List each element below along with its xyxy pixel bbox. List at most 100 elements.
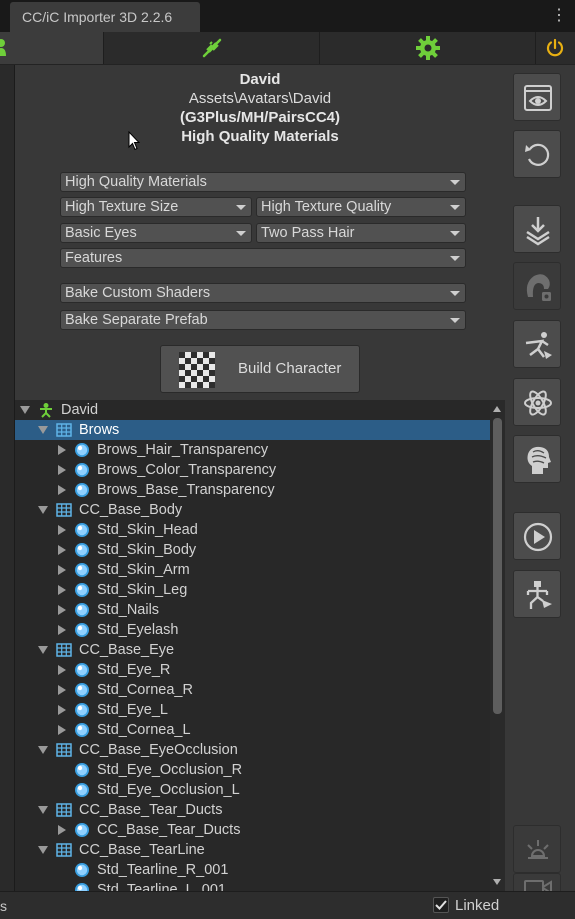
hair-button[interactable] (513, 262, 561, 310)
tree-row-selected[interactable]: Brows (15, 420, 490, 440)
foldout-collapsed-icon[interactable] (58, 605, 66, 615)
foldout-collapsed-icon[interactable] (58, 525, 66, 535)
material-sphere-icon (75, 443, 89, 457)
tree-scrollbar[interactable] (490, 400, 505, 891)
animation-retarget-button[interactable] (513, 320, 561, 368)
foldout-collapsed-icon[interactable] (58, 685, 66, 695)
tab-character[interactable] (0, 32, 104, 64)
material-sphere-icon (75, 683, 89, 697)
tree-row[interactable]: Std_Cornea_L (15, 720, 490, 740)
foldout-expanded-icon[interactable] (38, 426, 48, 434)
refresh-button[interactable] (513, 130, 561, 178)
tree-row[interactable]: CC_Base_Body (15, 500, 490, 520)
tree-row[interactable]: CC_Base_Tear_Ducts (15, 800, 490, 820)
tree-row[interactable]: Std_Eye_Occlusion_R (15, 760, 490, 780)
tree-row[interactable]: Std_Cornea_R (15, 680, 490, 700)
chevron-down-icon (450, 256, 460, 261)
material-sphere-icon (75, 703, 89, 717)
material-sphere-icon (75, 603, 89, 617)
mesh-grid-icon (56, 503, 72, 517)
texture-size-dropdown[interactable]: High Texture Size (60, 197, 252, 217)
texture-quality-dropdown[interactable]: High Texture Quality (256, 197, 466, 217)
hierarchy-tree[interactable]: David Brows Brows_Hair_Transparency Brows_C… (15, 400, 505, 891)
import-bake-button[interactable] (513, 205, 561, 253)
foldout-collapsed-icon[interactable] (58, 545, 66, 555)
foldout-collapsed-icon[interactable] (58, 585, 66, 595)
tree-row[interactable]: Std_Skin_Arm (15, 560, 490, 580)
tree-row[interactable]: Brows_Hair_Transparency (15, 440, 490, 460)
tree-item-label: CC_Base_Body (79, 502, 183, 518)
tree-row[interactable]: David (15, 400, 490, 420)
material-sphere-icon (75, 883, 89, 891)
foldout-collapsed-icon[interactable] (58, 485, 66, 495)
tree-item-label: Brows_Hair_Transparency (97, 442, 269, 458)
bake-shaders-dropdown[interactable]: Bake Custom Shaders (60, 283, 466, 303)
mesh-grid-icon (56, 843, 72, 857)
tree-row[interactable]: Std_Eye_L (15, 700, 490, 720)
tree-row[interactable]: Std_Eye_Occlusion_L (15, 780, 490, 800)
character-generation: (G3Plus/MH/PairsCC4) (179, 109, 341, 126)
foldout-collapsed-icon[interactable] (58, 705, 66, 715)
import-bake-icon (526, 217, 550, 246)
eyes-dropdown[interactable]: Basic Eyes (60, 223, 252, 243)
tab-power[interactable] (536, 32, 575, 64)
scroll-down-arrow-icon[interactable] (493, 879, 501, 885)
window-title-tab[interactable]: CC/iC Importer 3D 2.2.6 (10, 2, 200, 32)
mesh-grid-icon (56, 423, 72, 437)
tree-item-label: Std_Cornea_L (97, 722, 191, 738)
tree-row[interactable]: Brows_Color_Transparency (15, 460, 490, 480)
tree-row[interactable]: Std_Skin_Leg (15, 580, 490, 600)
foldout-expanded-icon[interactable] (38, 846, 48, 854)
features-dropdown[interactable]: Features (60, 248, 466, 268)
more-options-icon[interactable]: ⋮ (551, 6, 567, 26)
tree-row[interactable]: CC_Base_TearLine (15, 840, 490, 860)
tree-row[interactable]: Std_Eye_R (15, 660, 490, 680)
foldout-collapsed-icon[interactable] (58, 665, 66, 675)
bake-prefab-dropdown[interactable]: Bake Separate Prefab (60, 310, 466, 330)
chevron-down-icon (450, 291, 460, 296)
tab-plugin-link[interactable] (104, 32, 320, 64)
foldout-collapsed-icon[interactable] (58, 445, 66, 455)
foldout-collapsed-icon[interactable] (58, 465, 66, 475)
left-panel-strip (0, 65, 15, 891)
foldout-expanded-icon[interactable] (38, 506, 48, 514)
foldout-expanded-icon[interactable] (38, 646, 48, 654)
scrollbar-thumb[interactable] (493, 418, 502, 714)
tree-row[interactable]: Brows_Base_Transparency (15, 480, 490, 500)
tree-row[interactable]: Std_Skin_Head (15, 520, 490, 540)
play-button[interactable] (513, 512, 561, 560)
foldout-collapsed-icon[interactable] (58, 565, 66, 575)
lighting-button[interactable] (513, 825, 561, 873)
chevron-down-icon (450, 318, 460, 323)
preview-button[interactable] (513, 73, 561, 121)
foldout-expanded-icon[interactable] (20, 406, 30, 414)
physics-atom-icon (524, 390, 552, 416)
tree-row[interactable]: CC_Base_EyeOcclusion (15, 740, 490, 760)
scroll-up-arrow-icon[interactable] (493, 406, 501, 412)
material-quality-dropdown[interactable]: High Quality Materials (60, 172, 466, 192)
tree-row[interactable]: Std_Tearline_R_001 (15, 860, 490, 880)
window-titlebar: CC/iC Importer 3D 2.2.6 ⋮ (0, 0, 575, 32)
foldout-collapsed-icon[interactable] (58, 725, 66, 735)
physics-button[interactable] (513, 378, 561, 426)
tree-row[interactable]: CC_Base_Tear_Ducts (15, 820, 490, 840)
tree-item-label: CC_Base_Tear_Ducts (79, 802, 223, 818)
build-character-button[interactable]: Build Character (160, 345, 360, 393)
tree-row[interactable]: CC_Base_Eye (15, 640, 490, 660)
tree-row[interactable]: Std_Tearline_L_001 (15, 880, 490, 891)
material-sphere-icon (75, 663, 89, 677)
tree-row[interactable]: Std_Eyelash (15, 620, 490, 640)
foldout-collapsed-icon[interactable] (58, 625, 66, 635)
foldout-expanded-icon[interactable] (38, 746, 48, 754)
material-sphere-icon (75, 863, 89, 877)
foldout-collapsed-icon[interactable] (58, 825, 66, 835)
rig-button[interactable] (513, 570, 561, 618)
tree-row[interactable]: Std_Nails (15, 600, 490, 620)
tab-settings[interactable] (320, 32, 536, 64)
tree-row[interactable]: Std_Skin_Body (15, 540, 490, 560)
head-profile-button[interactable] (513, 435, 561, 483)
hair-dropdown[interactable]: Two Pass Hair (256, 223, 466, 243)
foldout-expanded-icon[interactable] (38, 806, 48, 814)
linked-checkbox[interactable] (433, 897, 449, 913)
gear-icon (416, 36, 440, 60)
